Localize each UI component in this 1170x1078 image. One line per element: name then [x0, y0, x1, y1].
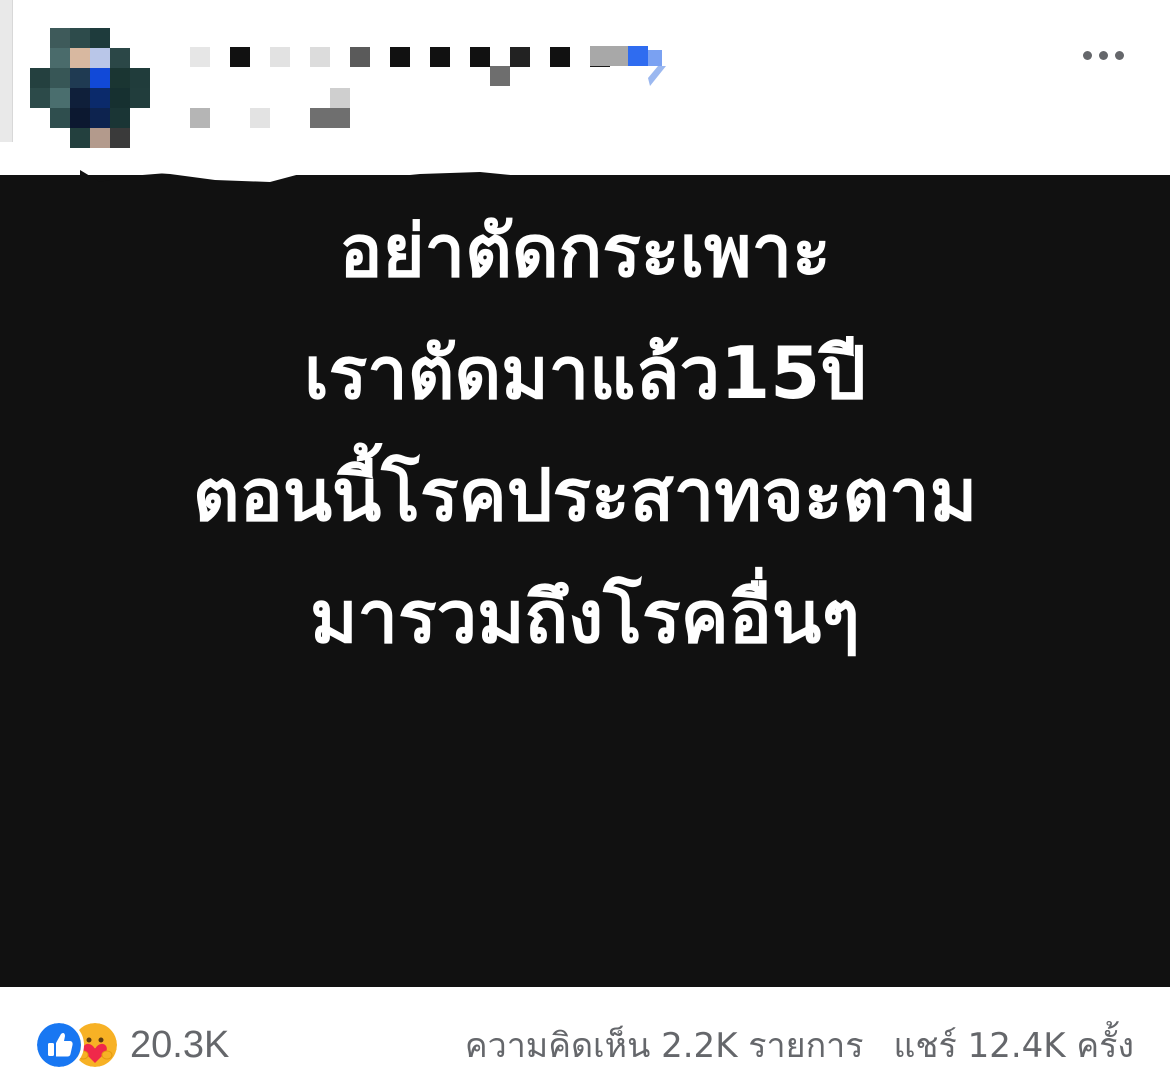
image-text-line: ตอนนี้โรคประสาทจะตาม — [192, 453, 978, 537]
more-dot — [1098, 50, 1108, 60]
post-header — [0, 0, 1170, 170]
post-meta-censored-top — [330, 88, 350, 108]
image-text-line: มารวมถึงโรคอื่นๆ — [310, 575, 860, 659]
more-dot — [1114, 50, 1124, 60]
post-footer: 20.3K ความคิดเห็น 2.2K รายการ แชร์ 12.4K… — [0, 987, 1170, 1078]
engagement-stats: ความคิดเห็น 2.2K รายการ แชร์ 12.4K ครั้ง — [465, 1023, 1134, 1067]
facebook-post: อย่าตัดกระเพาะ เราตัดมาแล้ว15ปี ตอนนี้โร… — [0, 0, 1170, 1078]
avatar[interactable] — [30, 28, 150, 148]
more-options-button[interactable] — [1072, 40, 1134, 70]
author-name-censored-descender — [490, 66, 510, 86]
reactions-summary[interactable]: 20.3K — [34, 1019, 229, 1071]
image-text-line: เราตัดมาแล้ว15ปี — [304, 331, 866, 415]
comments-count-link[interactable]: ความคิดเห็น 2.2K รายการ — [465, 1018, 864, 1072]
left-edge-divider — [0, 0, 13, 142]
like-icon — [34, 1020, 84, 1070]
author-name-censored[interactable] — [190, 46, 630, 68]
verified-badge-icon — [628, 46, 666, 86]
post-image-text: อย่าตัดกระเพาะ เราตัดมาแล้ว15ปี ตอนนี้โร… — [0, 190, 1170, 678]
more-dot — [1082, 50, 1092, 60]
post-meta-censored — [190, 108, 350, 130]
author-name-censored-tail — [590, 46, 628, 66]
shares-count-link[interactable]: แชร์ 12.4K ครั้ง — [894, 1018, 1134, 1072]
image-text-line: อย่าตัดกระเพาะ — [339, 209, 831, 293]
reaction-count: 20.3K — [130, 1023, 230, 1066]
